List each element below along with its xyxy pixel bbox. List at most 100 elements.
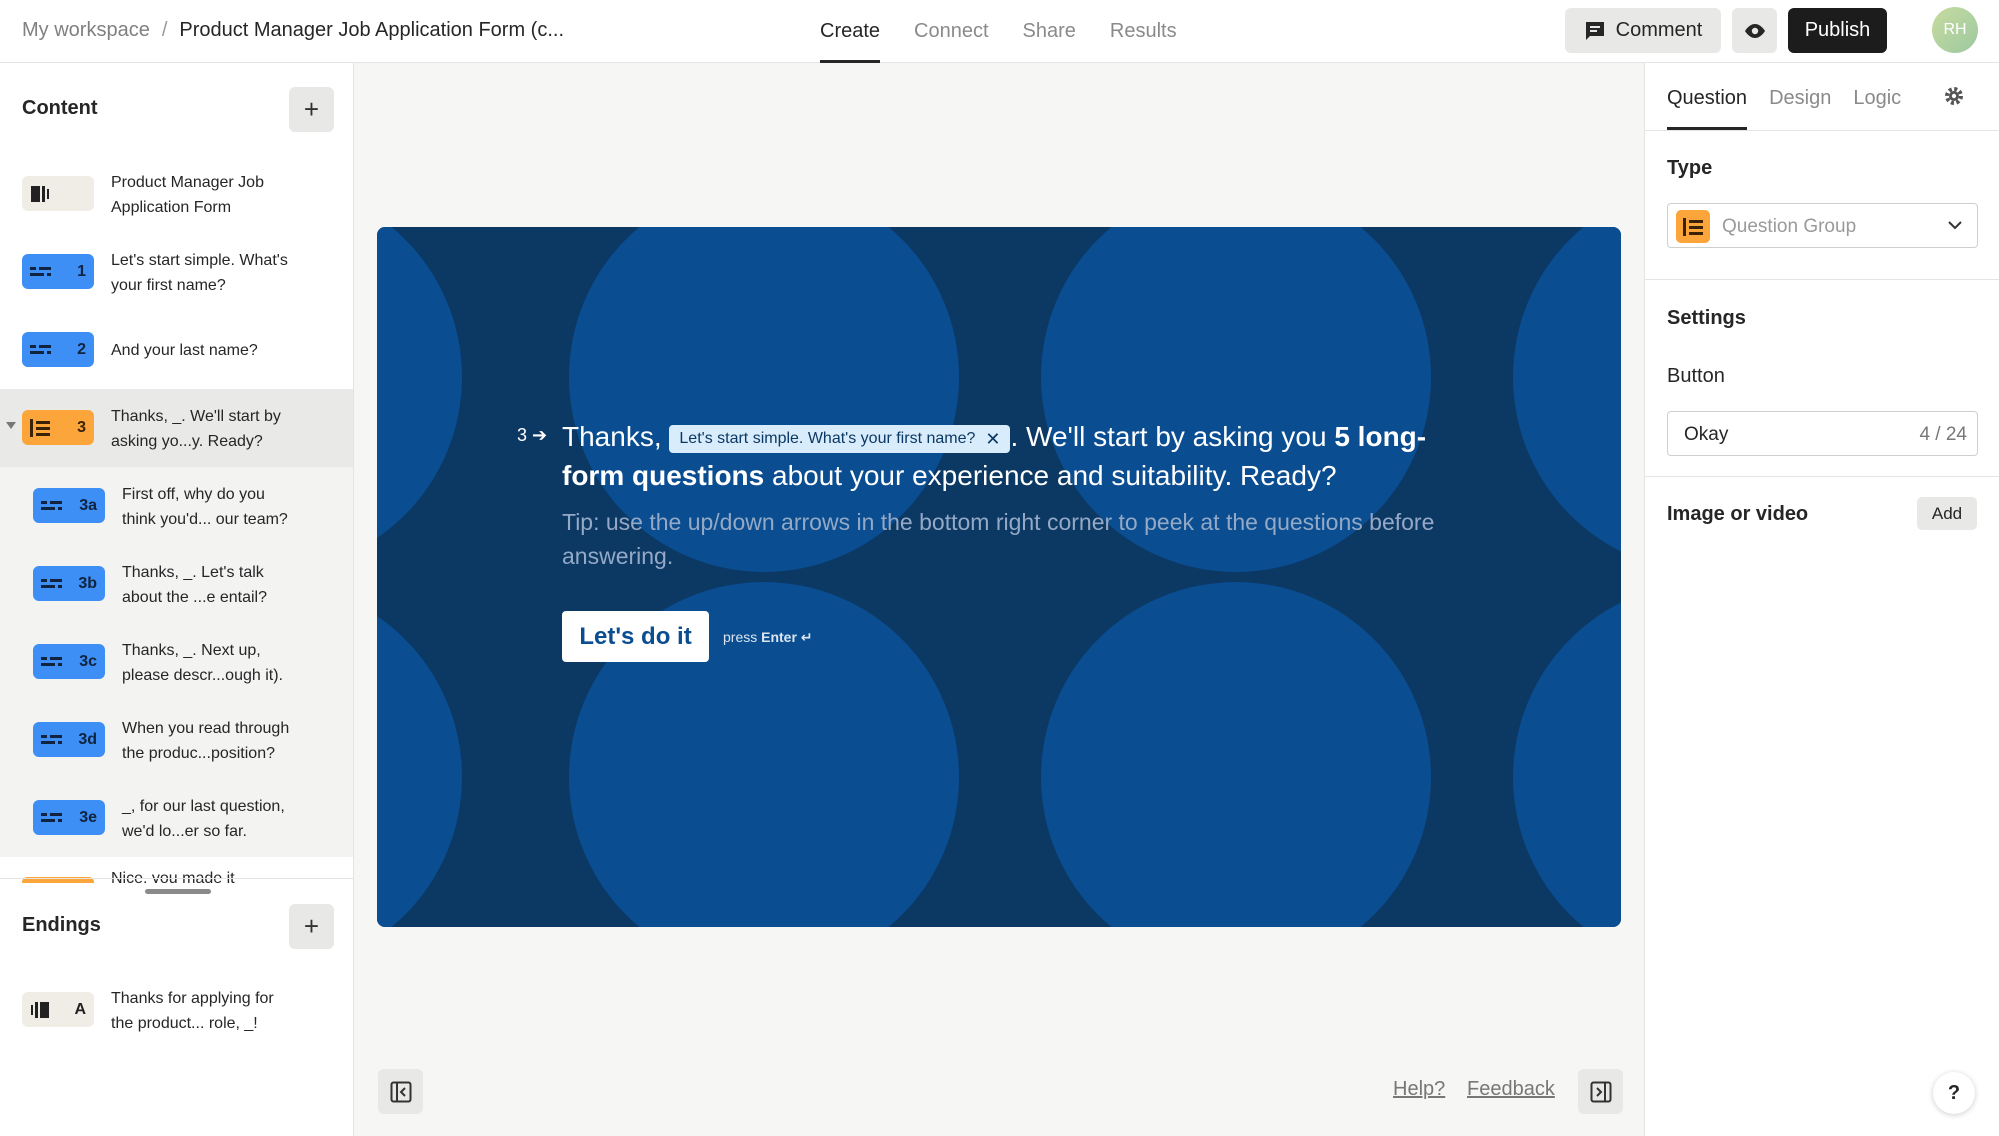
content-sidebar: Content + Product Manager Job Application… xyxy=(0,63,354,1136)
list-item-text: And your last name? xyxy=(111,342,258,359)
tab-share[interactable]: Share xyxy=(1023,0,1076,63)
add-content-button[interactable]: + xyxy=(289,87,334,132)
breadcrumb-workspace[interactable]: My workspace xyxy=(22,19,150,42)
gear-icon[interactable] xyxy=(1943,85,1965,112)
top-bar: My workspace / Product Manager Job Appli… xyxy=(0,0,1999,63)
q1-badge: 1 xyxy=(22,254,94,289)
background-circle xyxy=(1041,582,1431,927)
button-text-input[interactable]: Okay 4 / 24 xyxy=(1667,411,1978,456)
background-circle xyxy=(377,582,462,927)
q3d-badge: 3d xyxy=(33,722,105,757)
comment-label: Comment xyxy=(1615,19,1703,41)
type-label: Type xyxy=(1667,157,1713,179)
arrow-right-icon: ➔ xyxy=(532,425,548,445)
tab-question[interactable]: Question xyxy=(1667,63,1748,130)
eye-icon xyxy=(1744,23,1765,38)
panel-divider xyxy=(1645,476,1999,477)
long-text-icon xyxy=(41,500,62,510)
help-link[interactable]: Help? xyxy=(1393,1078,1445,1101)
panel-divider xyxy=(1645,279,1999,280)
settings-label: Settings xyxy=(1667,307,1746,329)
collapse-right-panel-button[interactable] xyxy=(1578,1069,1623,1114)
feedback-link[interactable]: Feedback xyxy=(1467,1078,1555,1101)
button-label: Button xyxy=(1667,365,1725,387)
question-group-icon xyxy=(30,418,50,437)
sidebar-item-q3d[interactable]: 3d When you read through the produc...pos… xyxy=(0,701,353,779)
question-type-select[interactable]: Question Group xyxy=(1667,203,1978,248)
background-circle xyxy=(377,227,462,572)
sidebar-item-q3b[interactable]: 3b Thanks, _. Let's talk about the ...e e… xyxy=(0,545,353,623)
top-nav: Create Connect Share Results xyxy=(820,0,1177,63)
button-text-value: Okay xyxy=(1684,424,1729,445)
type-value: Question Group xyxy=(1722,216,1857,237)
avatar[interactable]: RH xyxy=(1932,7,1978,53)
chevron-down-icon xyxy=(1948,221,1962,230)
short-text-icon xyxy=(30,344,51,354)
list-item-text: Thanks, _. Next up, please descr...ough i… xyxy=(122,642,283,684)
publish-button[interactable]: Publish xyxy=(1788,8,1887,53)
ending-badge: A xyxy=(22,992,94,1027)
comment-icon xyxy=(1585,21,1604,40)
list-item-text: Thanks, _. Let's talk about the ...e enta… xyxy=(122,564,267,606)
tab-connect[interactable]: Connect xyxy=(914,0,989,63)
panel-tabs: Question Design Logic xyxy=(1667,63,1901,130)
sidebar-item-q2[interactable]: 2 And your last name? xyxy=(0,311,353,389)
list-item-text: Thanks for applying for the product... ro… xyxy=(111,990,274,1032)
press-enter-hint: press Enter ↵ xyxy=(723,629,813,645)
sidebar-item-partial[interactable]: Nice, you made it xyxy=(0,871,353,883)
tab-logic[interactable]: Logic xyxy=(1853,63,1901,130)
long-text-icon xyxy=(41,734,62,744)
breadcrumb: My workspace / Product Manager Job Appli… xyxy=(22,19,564,42)
sidebar-item-ending-a[interactable]: A Thanks for applying for the product... … xyxy=(0,971,353,1049)
sidebar-item-welcome[interactable]: Product Manager Job Application Form xyxy=(0,155,353,233)
question-description[interactable]: Tip: use the up/down arrows in the botto… xyxy=(562,505,1442,573)
comment-button[interactable]: Comment xyxy=(1565,8,1721,53)
collapse-left-panel-button[interactable] xyxy=(378,1069,423,1114)
list-item-text: Product Manager Job Application Form xyxy=(111,174,264,216)
list-item-text: Thanks, _. We'll start by asking yo...y. … xyxy=(111,408,281,450)
sidebar-item-q3e[interactable]: 3e _, for our last question, we'd lo...er… xyxy=(0,779,353,857)
question-number: 3 ➔ xyxy=(517,425,548,445)
ending-screen-icon xyxy=(31,1001,49,1018)
panel-right-icon xyxy=(1590,1081,1611,1102)
long-text-icon xyxy=(41,656,62,666)
list-item-text: When you read through the produc...positi… xyxy=(122,720,290,762)
question-text[interactable]: Thanks, Let's start simple. What's your … xyxy=(562,417,1442,495)
panel-left-icon xyxy=(390,1081,411,1102)
panel-divider xyxy=(1645,130,1999,131)
tab-results[interactable]: Results xyxy=(1110,0,1177,63)
collapse-caret-icon[interactable] xyxy=(6,422,16,429)
sidebar-item-q3-group[interactable]: 3 Thanks, _. We'll start by asking yo...y… xyxy=(0,389,353,467)
short-text-icon xyxy=(30,266,51,276)
q3a-badge: 3a xyxy=(33,488,105,523)
sidebar-item-q3a[interactable]: 3a First off, why do you think you'd... o… xyxy=(0,467,353,545)
list-item-text: Let's start simple. What's your first nam… xyxy=(111,252,288,294)
remove-recall-icon[interactable]: ✕ xyxy=(985,428,1000,450)
q3c-badge: 3c xyxy=(33,644,105,679)
long-text-icon xyxy=(41,578,62,588)
section-divider xyxy=(0,878,353,879)
form-title[interactable]: Product Manager Job Application Form (c.… xyxy=(179,19,564,42)
q3-badge: 3 xyxy=(22,410,94,445)
form-preview-canvas[interactable]: 3 ➔ Thanks, Let's start simple. What's y… xyxy=(377,227,1621,927)
tab-create[interactable]: Create xyxy=(820,0,881,63)
recall-tag[interactable]: Let's start simple. What's your first na… xyxy=(669,424,1011,453)
list-item-text: First off, why do you think you'd... our … xyxy=(122,486,288,528)
help-button[interactable]: ? xyxy=(1933,1072,1975,1114)
content-heading: Content xyxy=(22,97,98,119)
question-settings-panel: Question Design Logic Type Question Grou… xyxy=(1644,63,1999,1136)
sidebar-item-q1[interactable]: 1 Let's start simple. What's your first n… xyxy=(0,233,353,311)
endings-heading: Endings xyxy=(22,914,101,936)
background-circle xyxy=(1513,227,1621,572)
preview-button[interactable] xyxy=(1732,8,1777,53)
sidebar-item-q3c[interactable]: 3c Thanks, _. Next up, please descr...oug… xyxy=(0,623,353,701)
tab-design[interactable]: Design xyxy=(1769,63,1831,130)
add-ending-button[interactable]: + xyxy=(289,904,334,949)
q3e-badge: 3e xyxy=(33,800,105,835)
add-media-button[interactable]: Add xyxy=(1917,497,1977,530)
welcome-badge xyxy=(22,176,94,211)
lets-do-it-button[interactable]: Let's do it xyxy=(562,611,709,662)
resize-handle[interactable] xyxy=(145,889,211,894)
image-video-label: Image or video xyxy=(1667,503,1809,525)
background-circle xyxy=(1513,582,1621,927)
